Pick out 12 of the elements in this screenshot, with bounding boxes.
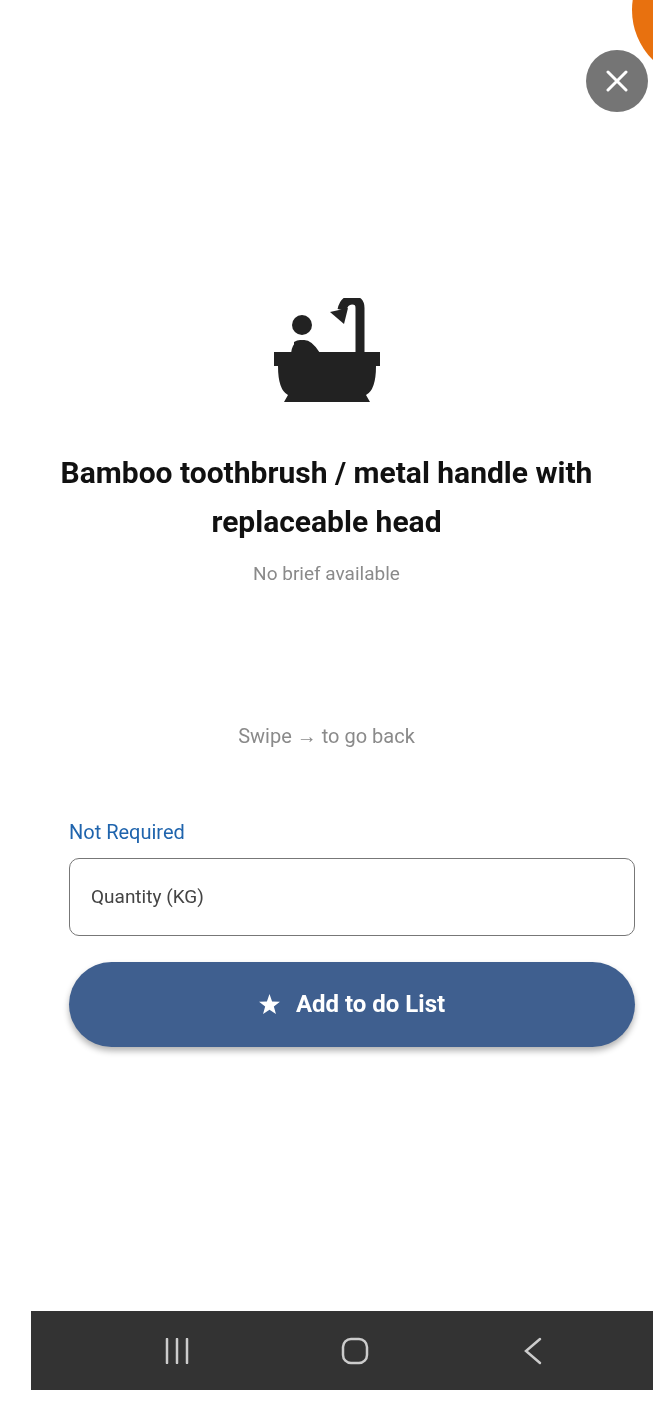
field-label: Not Required: [69, 818, 186, 845]
home-icon[interactable]: [341, 1336, 369, 1365]
back-icon[interactable]: [524, 1336, 542, 1365]
close-icon: [606, 70, 628, 92]
item-title: Bamboo toothbrush / metal handle with replaceable head: [59, 454, 594, 541]
quantity-input[interactable]: Quantity (KG): [69, 857, 635, 936]
swipe-hint: Swipe → to go back: [237, 722, 416, 750]
recent-apps-icon[interactable]: [164, 1337, 190, 1364]
star-icon: [258, 994, 280, 1014]
add-to-list-button[interactable]: Add to do List: [69, 961, 635, 1047]
item-brief: No brief available: [252, 561, 401, 587]
bathtub-icon: [273, 298, 380, 404]
